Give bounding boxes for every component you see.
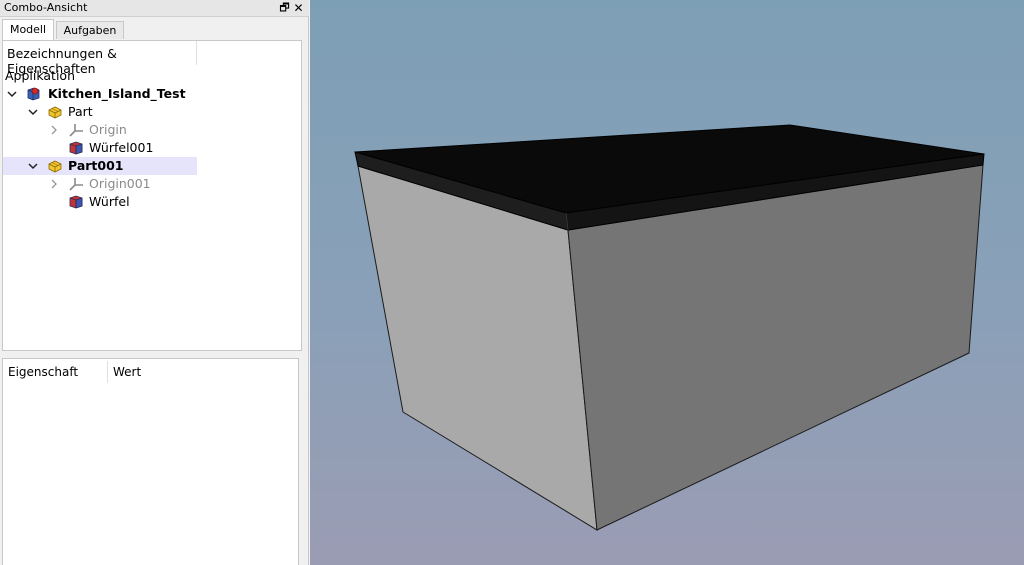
- tree-item-document[interactable]: Kitchen_Island_Test: [3, 85, 197, 103]
- 3d-viewport[interactable]: [310, 0, 1024, 565]
- property-header: Eigenschaft Wert: [3, 359, 300, 385]
- tab-aufgaben[interactable]: Aufgaben: [56, 21, 124, 39]
- tree-item-wuerfel001[interactable]: Würfel001: [3, 139, 197, 157]
- combo-view-titlebar: Combo-Ansicht 🗗 ✕: [0, 0, 309, 17]
- column-header-value[interactable]: Wert: [113, 365, 141, 379]
- tree-item-label: Part001: [68, 158, 124, 173]
- cube-icon: [68, 194, 84, 210]
- close-icon[interactable]: ✕: [292, 0, 305, 16]
- application-label: Applikation: [5, 68, 75, 83]
- part-icon: [47, 104, 63, 120]
- tree-item-label: Part: [68, 104, 93, 119]
- property-view: Eigenschaft Wert: [2, 358, 299, 565]
- tree-item-label: Würfel: [89, 194, 130, 209]
- tree-item-label: Kitchen_Island_Test: [48, 86, 186, 101]
- tree-item-part[interactable]: Part: [3, 103, 197, 121]
- model-tree: Bezeichnungen & Eigenschaften Applikatio…: [2, 40, 302, 351]
- tree-item-origin001[interactable]: Origin001: [3, 175, 197, 193]
- tree-item-label: Würfel001: [89, 140, 154, 155]
- combo-view-title: Combo-Ansicht: [4, 1, 88, 14]
- origin-icon: [68, 122, 84, 138]
- float-window-icon[interactable]: 🗗: [278, 0, 291, 16]
- column-divider[interactable]: [107, 361, 108, 383]
- 3d-scene[interactable]: [310, 0, 1024, 565]
- tree-column-header[interactable]: Bezeichnungen & Eigenschaften: [3, 41, 197, 76]
- tree-item-label: Origin001: [89, 176, 151, 191]
- tree-item-origin[interactable]: Origin: [3, 121, 197, 139]
- tree-item-wuerfel[interactable]: Würfel: [3, 193, 197, 211]
- tree-item-label: Origin: [89, 122, 127, 137]
- combo-view-panel: Combo-Ansicht 🗗 ✕ Modell Aufgaben Bezeic…: [0, 0, 309, 565]
- origin-icon: [68, 176, 84, 192]
- cube-icon: [68, 140, 84, 156]
- column-header-property[interactable]: Eigenschaft: [8, 365, 78, 379]
- part-icon: [47, 158, 63, 174]
- tab-modell[interactable]: Modell: [2, 19, 54, 40]
- tree-item-part001[interactable]: Part001: [3, 157, 197, 175]
- document-icon: [25, 86, 41, 102]
